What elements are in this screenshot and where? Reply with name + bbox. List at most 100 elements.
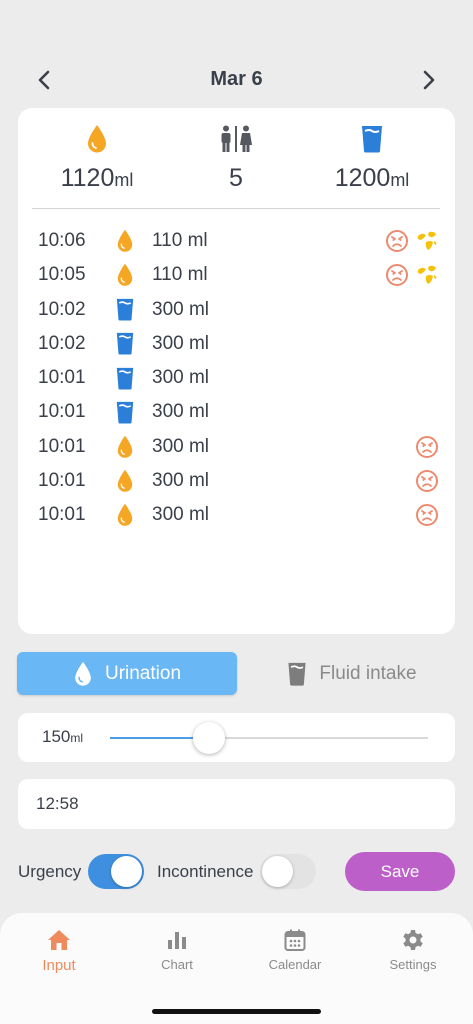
save-button[interactable]: Save — [345, 852, 455, 891]
drop-icon — [117, 469, 133, 492]
log-entry-time: 10:01 — [38, 401, 86, 423]
bottom-tab-bar: Input Chart Calendar Settings — [0, 913, 473, 1024]
urination-total-unit: ml — [114, 170, 134, 190]
toggle-knob — [262, 856, 293, 887]
log-entry-time: 10:01 — [38, 504, 86, 526]
home-indicator — [152, 1009, 321, 1014]
tab-label: Chart — [161, 957, 193, 972]
log-entry-time: 10:06 — [38, 230, 86, 251]
log-entry-type — [115, 229, 135, 253]
entry-log: 10:06 110 ml 10:05 110 ml 10:02 300 ml 10:02 30… — [18, 224, 455, 533]
visit-count: 5 — [176, 124, 296, 193]
log-entry-row[interactable]: 10:01 300 ml — [18, 498, 455, 532]
urgency-label: Urgency — [18, 862, 82, 881]
tab-label: Settings — [389, 957, 437, 972]
log-entry-type — [115, 298, 135, 322]
log-entry-time: 10:02 — [38, 332, 86, 354]
log-entry-row[interactable]: 10:01 300 ml — [18, 430, 455, 464]
incontinence-label: Incontinence — [157, 862, 254, 881]
log-entry-amount: 110 ml — [152, 264, 208, 286]
visit-count-value: 5 — [229, 164, 243, 192]
log-entry-row[interactable]: 10:01 300 ml — [18, 361, 455, 395]
log-entry-time: 10:05 — [38, 264, 86, 286]
urgency-face-icon — [415, 469, 439, 493]
volume-readout: 150ml — [42, 727, 83, 747]
cup-icon — [116, 401, 134, 424]
urination-mode-label: Urination — [104, 662, 182, 684]
log-entry-amount: 300 ml — [152, 401, 210, 423]
volume-slider-box: 150ml — [18, 713, 455, 762]
cup-icon — [116, 298, 134, 321]
urination-mode-button[interactable]: Urination — [17, 652, 237, 695]
log-entry-time: 10:02 — [38, 298, 86, 320]
log-entry-row[interactable]: 10:05 110 ml — [18, 258, 455, 292]
log-entry-row[interactable]: 10:01 300 ml — [18, 464, 455, 498]
log-entry-type — [115, 332, 135, 356]
tab-label: Calendar — [268, 957, 322, 972]
log-entry-row[interactable]: 10:02 300 ml — [18, 327, 455, 361]
intake-total-unit: ml — [390, 170, 410, 190]
urination-total-value: 1120 — [60, 164, 115, 192]
log-entry-type — [115, 263, 135, 287]
log-entry-time: 10:01 — [38, 367, 86, 389]
urgency-toggle[interactable] — [88, 854, 144, 889]
drop-icon — [117, 435, 133, 458]
toggle-knob — [111, 856, 142, 887]
volume-value: 150 — [42, 727, 71, 746]
tab-input[interactable]: Input — [0, 927, 118, 974]
log-entry-type — [115, 469, 135, 493]
fluid-intake-mode-button[interactable]: Fluid intake — [247, 652, 457, 695]
log-entry-type — [115, 503, 135, 527]
log-entry-amount: 110 ml — [152, 230, 208, 251]
chevron-right-icon — [423, 70, 435, 90]
log-entry-amount: 300 ml — [152, 367, 210, 389]
volume-slider-track[interactable] — [110, 722, 428, 754]
restroom-icon — [221, 125, 252, 152]
summary-row: 1120ml 5 1200ml — [18, 124, 455, 204]
urination-total: 1120ml — [37, 124, 157, 193]
log-entry-amount: 300 ml — [152, 298, 210, 320]
cup-icon — [116, 367, 134, 390]
urgency-face-icon — [415, 435, 439, 459]
time-field-box — [18, 779, 455, 829]
volume-slider-thumb[interactable] — [192, 722, 225, 754]
next-day-button[interactable] — [413, 64, 445, 96]
fluid-intake-mode-label: Fluid intake — [319, 662, 417, 684]
drop-icon — [117, 264, 133, 287]
intake-total: 1200ml — [312, 124, 432, 193]
bar-chart-icon — [118, 927, 236, 953]
log-entry-amount: 300 ml — [152, 332, 210, 354]
drop-icon — [88, 125, 106, 153]
cup-icon — [288, 662, 306, 686]
tab-label: Input — [42, 957, 76, 974]
tab-chart[interactable]: Chart — [118, 927, 236, 972]
urgency-face-icon — [385, 263, 409, 287]
log-entry-row[interactable]: 10:01 300 ml — [18, 395, 455, 429]
log-entry-amount: 300 ml — [152, 435, 210, 457]
log-entry-time: 10:01 — [38, 435, 86, 457]
home-icon — [0, 927, 118, 953]
log-entry-type — [115, 435, 135, 459]
urgency-face-icon — [415, 503, 439, 527]
calendar-icon — [236, 927, 354, 953]
tab-settings[interactable]: Settings — [354, 927, 472, 972]
drop-icon — [117, 504, 133, 527]
incontinence-splash-icon — [415, 263, 439, 287]
log-entry-amount: 300 ml — [152, 504, 210, 526]
summary-divider — [32, 208, 440, 209]
log-entry-row[interactable]: 10:06 110 ml — [18, 224, 455, 258]
intake-total-value: 1200 — [334, 164, 391, 192]
date-header: Mar 6 — [0, 58, 473, 102]
drop-icon — [75, 661, 91, 686]
entry-type-selector: Urination Fluid intake — [17, 652, 457, 696]
date-title: Mar 6 — [210, 68, 263, 90]
drop-icon — [117, 229, 133, 252]
tab-calendar[interactable]: Calendar — [236, 927, 354, 972]
cup-icon — [116, 333, 134, 355]
log-entry-row[interactable]: 10:02 300 ml — [18, 293, 455, 327]
day-summary-card: 1120ml 5 1200ml 10:06 110 ml 10:05 110 m… — [18, 108, 455, 634]
urgency-face-icon — [385, 229, 409, 253]
incontinence-toggle[interactable] — [260, 854, 316, 889]
time-input[interactable] — [18, 779, 455, 829]
cup-icon — [362, 126, 382, 153]
